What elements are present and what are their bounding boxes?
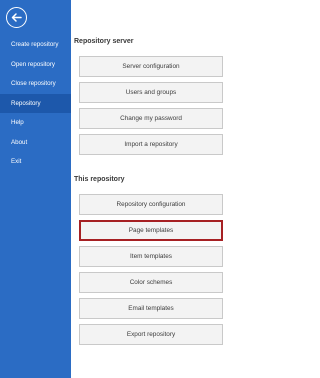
repository-configuration-button[interactable]: Repository configuration bbox=[79, 194, 223, 215]
section-title-this-repository: This repository bbox=[74, 176, 125, 183]
sidebar-item-repository[interactable]: Repository bbox=[0, 94, 71, 113]
export-repository-button[interactable]: Export repository bbox=[79, 324, 223, 345]
sidebar-item-about[interactable]: About bbox=[0, 133, 71, 152]
sidebar: Create repository Open repository Close … bbox=[0, 0, 71, 378]
back-button[interactable] bbox=[6, 7, 27, 28]
users-and-groups-button[interactable]: Users and groups bbox=[79, 82, 223, 103]
main-panel: Repository server Server configuration U… bbox=[71, 0, 257, 378]
email-templates-button[interactable]: Email templates bbox=[79, 298, 223, 319]
color-schemes-button[interactable]: Color schemes bbox=[79, 272, 223, 293]
page-templates-button[interactable]: Page templates bbox=[79, 220, 223, 241]
section-title-repository-server: Repository server bbox=[74, 38, 134, 45]
import-repository-button[interactable]: Import a repository bbox=[79, 134, 223, 155]
sidebar-item-close-repository[interactable]: Close repository bbox=[0, 74, 71, 93]
sidebar-item-create-repository[interactable]: Create repository bbox=[0, 35, 71, 54]
arrow-left-icon bbox=[11, 13, 22, 22]
item-templates-button[interactable]: Item templates bbox=[79, 246, 223, 267]
sidebar-item-exit[interactable]: Exit bbox=[0, 152, 71, 171]
backstage-window: Create repository Open repository Close … bbox=[0, 0, 257, 378]
change-password-button[interactable]: Change my password bbox=[79, 108, 223, 129]
sidebar-item-open-repository[interactable]: Open repository bbox=[0, 55, 71, 74]
server-configuration-button[interactable]: Server configuration bbox=[79, 56, 223, 77]
sidebar-item-help[interactable]: Help bbox=[0, 113, 71, 132]
